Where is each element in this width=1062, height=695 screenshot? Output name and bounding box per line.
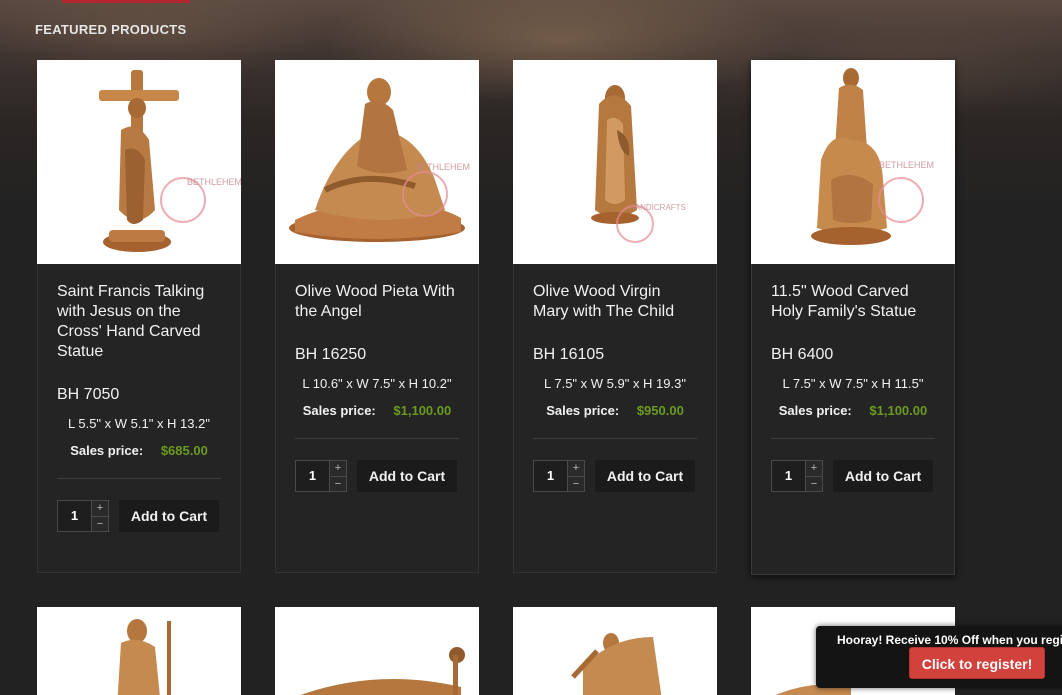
product-sku: BH 6400 <box>771 346 834 363</box>
product-card[interactable]: BETHLEHEM 11.5" Wood Carved Holy Family'… <box>751 60 955 575</box>
add-to-cart-button[interactable]: Add to Cart <box>119 500 219 532</box>
product-name[interactable]: 11.5" Wood Carved Holy Family's Statue <box>771 282 935 322</box>
divider <box>533 438 697 439</box>
watermark-text: HANDICRAFTS <box>629 203 686 212</box>
section-title: FEATURED PRODUCTS <box>35 22 187 37</box>
product-dimensions: L 5.5" x W 5.1" x H 13.2" <box>68 416 210 431</box>
qty-minus-button[interactable]: − <box>806 475 822 491</box>
product-card[interactable]: BETHLEHEM Olive Wood Pieta With the Ange… <box>275 60 479 573</box>
product-price: Sales price: $1,100.00 <box>295 403 459 418</box>
divider <box>295 438 459 439</box>
product-price: Sales price: $685.00 <box>57 443 221 458</box>
product-card[interactable] <box>513 607 717 695</box>
divider <box>771 438 935 439</box>
product-sku: BH 7050 <box>57 386 120 403</box>
add-to-cart-button[interactable]: Add to Cart <box>357 460 457 492</box>
product-image[interactable] <box>37 607 241 695</box>
product-dimensions: L 7.5" x W 5.9" x H 19.3" <box>544 376 686 391</box>
qty-minus-button[interactable]: − <box>568 475 584 491</box>
product-name[interactable]: Olive Wood Virgin Mary with The Child <box>533 282 697 322</box>
qty-plus-button[interactable]: + <box>806 461 822 476</box>
price-value: $685.00 <box>160 443 208 458</box>
cart-row: 1 + − Add to Cart <box>57 499 221 533</box>
top-accent-bar <box>62 0 190 3</box>
qty-minus-button[interactable]: − <box>92 515 108 531</box>
watermark-text: BETHLEHEM <box>879 160 934 170</box>
product-card[interactable] <box>275 607 479 695</box>
product-image[interactable] <box>275 607 479 695</box>
promo-text: Hooray! Receive 10% Off when you regi <box>837 633 1062 647</box>
product-price: Sales price: $1,100.00 <box>771 403 935 418</box>
quantity-input[interactable]: 1 <box>534 461 567 491</box>
product-image[interactable]: BETHLEHEM <box>275 60 479 264</box>
product-dimensions: L 7.5" x W 7.5" x H 11.5" <box>782 376 924 391</box>
quantity-stepper[interactable]: 1 + − <box>533 460 585 492</box>
product-sku: BH 16250 <box>295 346 367 363</box>
product-card[interactable]: HANDICRAFTS Olive Wood Virgin Mary with … <box>513 60 717 573</box>
quantity-input[interactable]: 1 <box>296 461 329 491</box>
price-value: $950.00 <box>636 403 684 418</box>
product-card[interactable]: BETHLEHEM Saint Francis Talking with Jes… <box>37 60 241 573</box>
watermark-text: BETHLEHEM <box>415 162 470 172</box>
quantity-input[interactable]: 1 <box>58 501 91 531</box>
divider <box>57 478 221 479</box>
add-to-cart-button[interactable]: Add to Cart <box>833 460 933 492</box>
register-promo-popup: Hooray! Receive 10% Off when you regi Cl… <box>816 626 1062 688</box>
price-value: $1,100.00 <box>393 403 452 418</box>
product-image[interactable]: BETHLEHEM <box>37 60 241 264</box>
product-image[interactable]: HANDICRAFTS <box>513 60 717 264</box>
product-name[interactable]: Olive Wood Pieta With the Angel <box>295 282 459 322</box>
price-label: Sales price: <box>302 403 376 418</box>
quantity-stepper[interactable]: 1 + − <box>57 500 109 532</box>
price-label: Sales price: <box>546 403 620 418</box>
product-image[interactable]: BETHLEHEM <box>751 60 955 264</box>
qty-plus-button[interactable]: + <box>568 461 584 476</box>
product-sku: BH 16105 <box>533 346 605 363</box>
product-price: Sales price: $950.00 <box>533 403 697 418</box>
product-name[interactable]: Saint Francis Talking with Jesus on the … <box>57 282 221 362</box>
price-value: $1,100.00 <box>869 403 928 418</box>
quantity-input[interactable]: 1 <box>772 461 805 491</box>
qty-minus-button[interactable]: − <box>330 475 346 491</box>
quantity-stepper[interactable]: 1 + − <box>771 460 823 492</box>
register-button[interactable]: Click to register! <box>909 647 1045 679</box>
product-image[interactable] <box>513 607 717 695</box>
quantity-stepper[interactable]: 1 + − <box>295 460 347 492</box>
qty-plus-button[interactable]: + <box>92 501 108 516</box>
cart-row: 1 + − Add to Cart <box>771 459 935 493</box>
price-label: Sales price: <box>70 443 144 458</box>
watermark-text: BETHLEHEM <box>187 177 241 187</box>
product-card[interactable] <box>37 607 241 695</box>
qty-plus-button[interactable]: + <box>330 461 346 476</box>
cart-row: 1 + − Add to Cart <box>295 459 459 493</box>
product-dimensions: L 10.6" x W 7.5" x H 10.2" <box>302 376 452 391</box>
cart-row: 1 + − Add to Cart <box>533 459 697 493</box>
add-to-cart-button[interactable]: Add to Cart <box>595 460 695 492</box>
price-label: Sales price: <box>778 403 852 418</box>
